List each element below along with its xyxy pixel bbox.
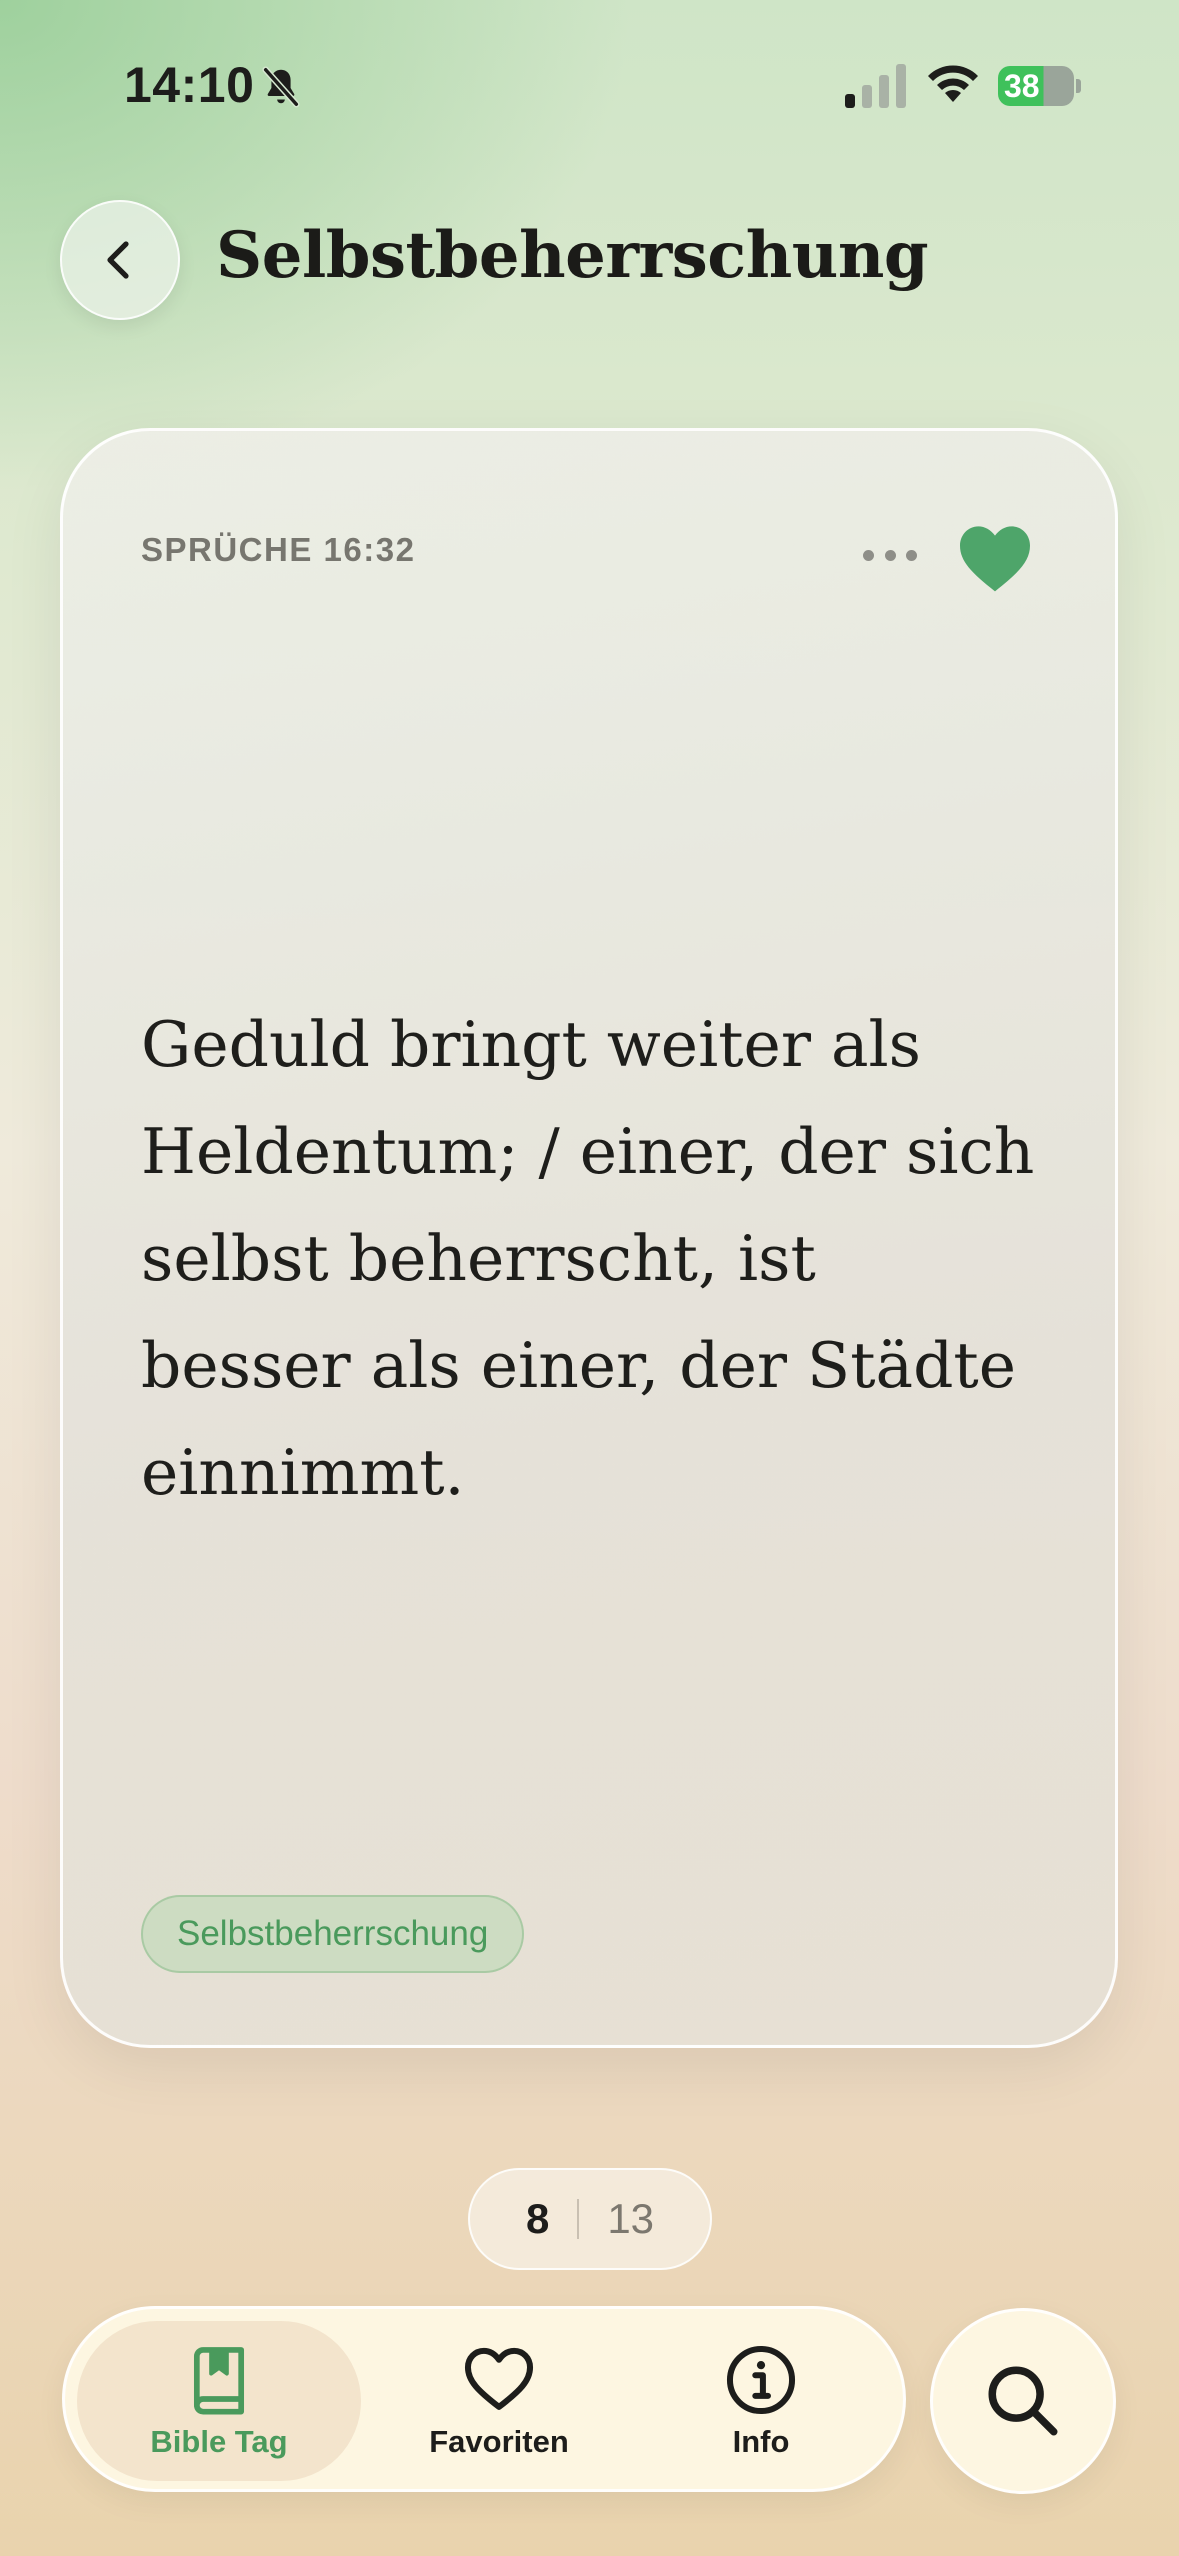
page-title: Selbstbeherrschung (216, 218, 929, 293)
tab-label: Bible Tag (150, 2424, 288, 2459)
heart-icon (464, 2347, 534, 2410)
bookmark-book-icon (193, 2347, 245, 2415)
pager-current: 8 (525, 2195, 550, 2242)
pager-separator (577, 2199, 580, 2239)
battery-level: 38 (1004, 68, 1040, 104)
pager-total: 13 (607, 2195, 655, 2242)
tab-info[interactable]: Info (637, 2321, 885, 2481)
tab-label: Info (732, 2424, 790, 2459)
wifi-icon (928, 65, 978, 102)
dot-icon (884, 549, 896, 561)
tab-bar: Bible Tag Favoriten Info (62, 2306, 906, 2492)
search-button[interactable] (930, 2308, 1116, 2494)
search-icon (988, 2366, 1058, 2436)
tab-bible-tag[interactable]: Bible Tag (77, 2321, 361, 2481)
status-time: 14:10 (124, 57, 255, 113)
topic-tag-chip[interactable]: Selbstbeherrschung (141, 1895, 525, 1973)
back-button[interactable] (60, 200, 180, 320)
heart-filled-icon[interactable] (955, 521, 1035, 595)
more-options-button[interactable] (847, 535, 933, 575)
dot-icon (906, 549, 917, 561)
battery-tip (1076, 79, 1081, 93)
info-icon (726, 2345, 796, 2415)
tab-label: Favoriten (429, 2424, 569, 2459)
page-indicator: 8 13 (468, 2168, 712, 2270)
status-bar: 14:10 38 (0, 0, 1179, 160)
verse-text: Geduld bringt weiter als Heldentum; / ei… (141, 1008, 1035, 1509)
chevron-left-icon (107, 241, 129, 279)
bell-muted-icon (262, 66, 300, 108)
battery-indicator: 38 (998, 66, 1081, 106)
verse-card: SPRÜCHE 16:32 Geduld bringt weiter als H… (60, 428, 1118, 2048)
dot-icon (863, 549, 874, 561)
cellular-signal-icon (845, 64, 906, 108)
tab-favoriten[interactable]: Favoriten (375, 2321, 623, 2481)
verse-reference: SPRÜCHE 16:32 (141, 531, 416, 568)
